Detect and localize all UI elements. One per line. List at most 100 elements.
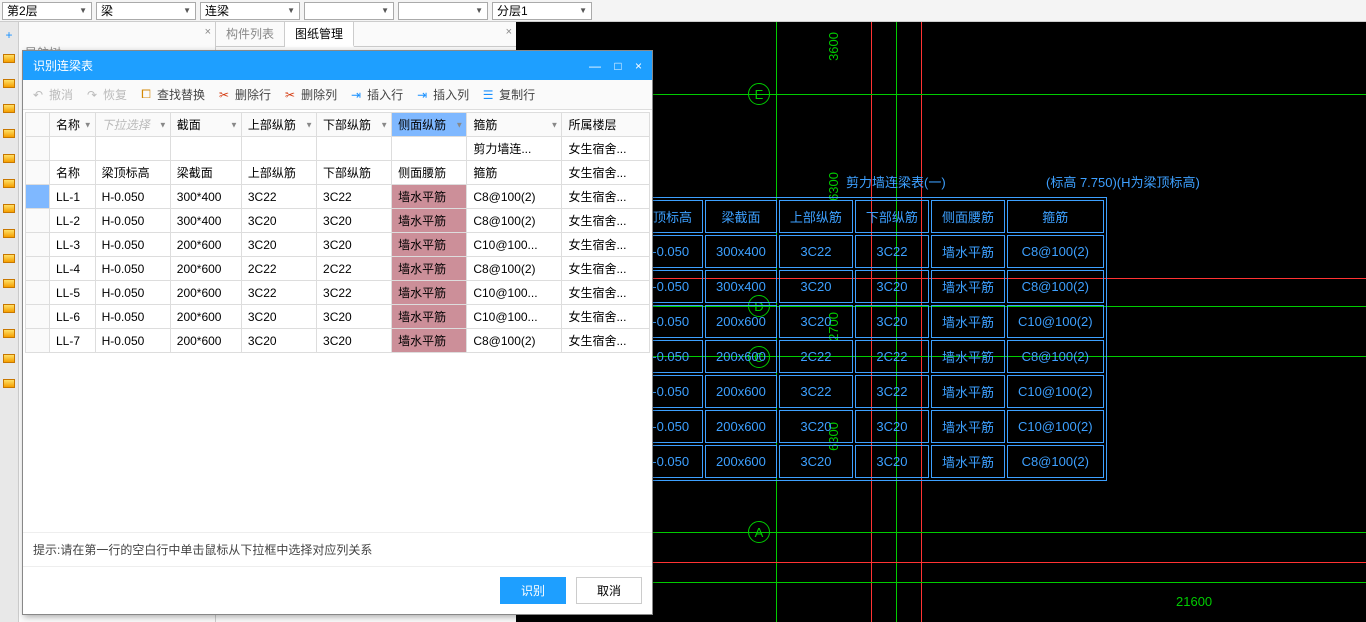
cell[interactable]: 下部纵筋 — [317, 161, 392, 185]
cell[interactable]: C8@100(2) — [467, 329, 562, 353]
table-row[interactable]: 名称梁顶标高梁截面上部纵筋下部纵筋侧面腰筋箍筋女生宿舍... — [26, 161, 650, 185]
toolbox-item[interactable] — [3, 329, 15, 338]
cell[interactable]: 上部纵筋 — [241, 161, 316, 185]
row-header[interactable] — [26, 233, 50, 257]
cell[interactable]: LL-4 — [50, 257, 96, 281]
toolbox-item[interactable] — [3, 254, 15, 263]
cell[interactable]: 女生宿舍... — [562, 281, 650, 305]
col-name[interactable]: 名称▼ — [50, 113, 96, 137]
table-row[interactable]: LL-6H-0.050200*6003C203C20墙水平筋C10@100...… — [26, 305, 650, 329]
cell[interactable]: 3C22 — [317, 185, 392, 209]
col-floor[interactable]: 所属楼层 — [562, 113, 650, 137]
cell[interactable]: H-0.050 — [95, 233, 170, 257]
maximize-icon[interactable]: □ — [614, 59, 621, 73]
cell[interactable]: 3C20 — [241, 329, 316, 353]
cell[interactable]: 3C20 — [317, 209, 392, 233]
row-header[interactable] — [26, 329, 50, 353]
insert-col-button[interactable]: ⇥插入列 — [415, 86, 469, 103]
cell[interactable]: 墙水平筋 — [392, 185, 467, 209]
cell[interactable]: 3C22 — [241, 185, 316, 209]
cell[interactable]: 女生宿舍... — [562, 137, 650, 161]
cell[interactable]: 女生宿舍... — [562, 185, 650, 209]
tab-drawing-manage[interactable]: 图纸管理 — [285, 22, 354, 47]
cell[interactable]: 墙水平筋 — [392, 257, 467, 281]
cell[interactable]: LL-2 — [50, 209, 96, 233]
row-header[interactable] — [26, 305, 50, 329]
toolbox-item[interactable] — [3, 204, 15, 213]
col-toprebar[interactable]: 上部纵筋▼ — [241, 113, 316, 137]
floor-select[interactable]: 第2层▼ — [2, 2, 92, 20]
toolbox-item[interactable] — [3, 304, 15, 313]
table-row[interactable]: LL-7H-0.050200*6003C203C20墙水平筋C8@100(2)女… — [26, 329, 650, 353]
dialog-titlebar[interactable]: 识别连梁表 — □ × — [23, 51, 652, 80]
toolbox-item[interactable] — [3, 54, 15, 63]
minimize-icon[interactable]: — — [589, 59, 601, 73]
cell[interactable]: 3C20 — [241, 209, 316, 233]
col-siderebar[interactable]: 侧面纵筋▼ — [392, 113, 467, 137]
cell[interactable] — [50, 137, 96, 161]
col-stirrup[interactable]: 箍筋▼ — [467, 113, 562, 137]
cell[interactable]: H-0.050 — [95, 329, 170, 353]
category-select[interactable]: 梁▼ — [96, 2, 196, 20]
toolbox-item[interactable] — [3, 179, 15, 188]
cell[interactable]: LL-6 — [50, 305, 96, 329]
redo-button[interactable]: ↷恢复 — [85, 86, 127, 103]
toolbox-item[interactable] — [3, 354, 15, 363]
subtype-select[interactable]: 连梁▼ — [200, 2, 300, 20]
cell[interactable]: 200*600 — [170, 305, 241, 329]
toolbox-item[interactable] — [3, 79, 15, 88]
find-replace-button[interactable]: ⧠查找替换 — [139, 86, 205, 103]
col-section[interactable]: 截面▼ — [170, 113, 241, 137]
delete-row-button[interactable]: ✂删除行 — [217, 86, 271, 103]
cell[interactable]: 3C20 — [241, 305, 316, 329]
identify-button[interactable]: 识别 — [500, 577, 566, 604]
extra1-select[interactable]: ▼ — [304, 2, 394, 20]
cell[interactable]: 200*600 — [170, 257, 241, 281]
tab-component-list[interactable]: 构件列表 — [216, 22, 285, 46]
cell[interactable] — [241, 137, 316, 161]
cell[interactable]: C8@100(2) — [467, 185, 562, 209]
cell[interactable]: 墙水平筋 — [392, 329, 467, 353]
toolbox-item[interactable] — [3, 129, 15, 138]
cell[interactable]: 3C20 — [317, 305, 392, 329]
cell[interactable]: 女生宿舍... — [562, 161, 650, 185]
cell[interactable]: 墙水平筋 — [392, 233, 467, 257]
row-header[interactable] — [26, 185, 50, 209]
col-botrebar[interactable]: 下部纵筋▼ — [317, 113, 392, 137]
table-row[interactable]: LL-2H-0.050300*4003C203C20墙水平筋C8@100(2)女… — [26, 209, 650, 233]
toolbox-item[interactable] — [3, 104, 15, 113]
cell[interactable]: 剪力墙连... — [467, 137, 562, 161]
cell[interactable]: C10@100... — [467, 233, 562, 257]
insert-row-button[interactable]: ⇥插入行 — [349, 86, 403, 103]
cell[interactable]: 墙水平筋 — [392, 305, 467, 329]
cell[interactable]: 箍筋 — [467, 161, 562, 185]
cell[interactable]: C10@100... — [467, 281, 562, 305]
cell[interactable]: H-0.050 — [95, 185, 170, 209]
toolbox-item[interactable] — [3, 379, 15, 388]
cell[interactable]: 3C20 — [317, 233, 392, 257]
cell[interactable]: LL-1 — [50, 185, 96, 209]
table-row[interactable]: LL-5H-0.050200*6003C223C22墙水平筋C10@100...… — [26, 281, 650, 305]
cell[interactable]: H-0.050 — [95, 281, 170, 305]
toolbox-item[interactable] — [3, 229, 15, 238]
undo-button[interactable]: ↶撤消 — [31, 86, 73, 103]
cell[interactable]: 300*400 — [170, 185, 241, 209]
toolbox-item[interactable] — [3, 279, 15, 288]
table-row[interactable]: 剪力墙连...女生宿舍... — [26, 137, 650, 161]
cell[interactable]: 200*600 — [170, 329, 241, 353]
cell[interactable] — [170, 137, 241, 161]
table-row[interactable]: LL-1H-0.050300*4003C223C22墙水平筋C8@100(2)女… — [26, 185, 650, 209]
cell[interactable]: LL-3 — [50, 233, 96, 257]
cell[interactable]: 墙水平筋 — [392, 209, 467, 233]
close-icon[interactable]: × — [635, 59, 642, 73]
toolbox-item[interactable] — [3, 154, 15, 163]
row-header[interactable] — [26, 161, 50, 185]
cell[interactable]: 女生宿舍... — [562, 257, 650, 281]
row-header[interactable] — [26, 257, 50, 281]
cell[interactable]: 梁截面 — [170, 161, 241, 185]
layer-select[interactable]: 分层1▼ — [492, 2, 592, 20]
table-row[interactable]: LL-4H-0.050200*6002C222C22墙水平筋C8@100(2)女… — [26, 257, 650, 281]
cell[interactable]: 名称 — [50, 161, 96, 185]
cell[interactable]: 200*600 — [170, 233, 241, 257]
close-icon[interactable]: × — [205, 26, 211, 38]
